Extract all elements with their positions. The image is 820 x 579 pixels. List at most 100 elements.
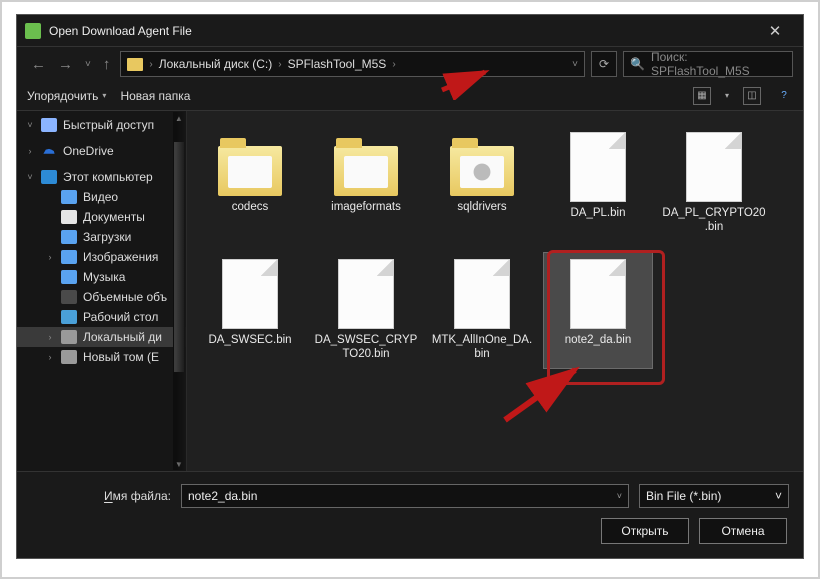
- tree-item[interactable]: Загрузки: [17, 227, 186, 247]
- sidebar-scrollbar[interactable]: ▲ ▼: [173, 112, 185, 470]
- refresh-button[interactable]: ⟳: [591, 51, 617, 77]
- scroll-down-icon[interactable]: ▼: [173, 458, 185, 470]
- tree-item-label: OneDrive: [63, 144, 114, 158]
- file-item-label: sqldrivers: [457, 200, 506, 214]
- file-item[interactable]: sqldrivers: [427, 125, 537, 242]
- filename-label: Имя файла:: [31, 489, 171, 503]
- file-item-label: DA_SWSEC_CRYPTO20.bin: [314, 333, 418, 362]
- tree-item[interactable]: Музыка: [17, 267, 186, 287]
- tree-item[interactable]: ›Новый том (E: [17, 347, 186, 367]
- folder-icon: [334, 146, 398, 196]
- tree-item[interactable]: › OneDrive: [17, 141, 186, 161]
- file-item[interactable]: DA_SWSEC.bin: [195, 252, 305, 369]
- breadcrumb[interactable]: › Локальный диск (C:) › SPFlashTool_M5S …: [120, 51, 585, 77]
- tree-item-icon: [61, 270, 77, 284]
- chevron-icon: ˅: [25, 120, 35, 130]
- organize-button[interactable]: Упорядочить▾: [27, 89, 106, 103]
- tree-item[interactable]: ›Изображения: [17, 247, 186, 267]
- file-item[interactable]: imageformats: [311, 125, 421, 242]
- breadcrumb-dropdown[interactable]: ˅: [572, 59, 578, 70]
- view-button[interactable]: ▦: [693, 87, 711, 105]
- tree-item[interactable]: ˅ Быстрый доступ: [17, 115, 186, 135]
- tree-item-icon: [41, 118, 57, 132]
- tree-item-icon: [41, 144, 57, 158]
- folder-icon: [450, 146, 514, 196]
- scroll-up-icon[interactable]: ▲: [173, 112, 185, 124]
- folder-icon: [127, 58, 143, 71]
- file-icon: [215, 259, 285, 329]
- breadcrumb-sep: ›: [149, 59, 152, 70]
- file-icon: [447, 259, 517, 329]
- chevron-down-icon: ▾: [102, 91, 106, 100]
- file-item[interactable]: note2_da.bin: [543, 252, 653, 369]
- file-pane[interactable]: codecs imageformats sqldrivers DA_PL.bin DA_…: [187, 111, 803, 471]
- tree-item-label: Объемные объ: [83, 290, 167, 304]
- file-item-label: DA_PL.bin: [571, 206, 626, 220]
- preview-pane-button[interactable]: ◫: [743, 87, 761, 105]
- file-item-label: codecs: [232, 200, 268, 214]
- file-icon: [563, 259, 633, 329]
- tree-item-label: Локальный ди: [83, 330, 162, 344]
- titlebar: Open Download Agent File ✕: [17, 15, 803, 47]
- search-icon: 🔍: [630, 57, 645, 71]
- tree-item-label: Загрузки: [83, 230, 131, 244]
- tree-item-label: Видео: [83, 190, 118, 204]
- close-button[interactable]: ✕: [755, 22, 795, 40]
- dialog-body: ˅ Быстрый доступ › OneDrive ˅Этот компьютер В…: [17, 111, 803, 471]
- chevron-icon: ›: [25, 146, 35, 156]
- window-title: Open Download Agent File: [49, 24, 755, 38]
- tree-item-label: Быстрый доступ: [63, 118, 154, 132]
- tree-item[interactable]: Документы: [17, 207, 186, 227]
- chevron-down-icon[interactable]: ˅: [775, 489, 782, 503]
- file-item[interactable]: DA_SWSEC_CRYPTO20.bin: [311, 252, 421, 369]
- search-input[interactable]: 🔍 Поиск: SPFlashTool_M5S: [623, 51, 793, 77]
- file-item-label: DA_SWSEC.bin: [208, 333, 291, 347]
- help-button[interactable]: ?: [775, 87, 793, 105]
- tree-item-icon: [61, 310, 77, 324]
- breadcrumb-sep: ›: [392, 59, 395, 70]
- scroll-thumb[interactable]: [174, 142, 184, 372]
- file-item-label: note2_da.bin: [565, 333, 632, 347]
- file-icon: [679, 132, 749, 202]
- tree-item-label: Музыка: [83, 270, 125, 284]
- file-item-label: MTK_AllInOne_DA.bin: [430, 333, 534, 362]
- file-item[interactable]: codecs: [195, 125, 305, 242]
- nav-up-button[interactable]: ↑: [99, 54, 115, 75]
- new-folder-button[interactable]: Новая папка: [120, 89, 190, 103]
- tree-item-label: Рабочий стол: [83, 310, 158, 324]
- nav-tree: ˅ Быстрый доступ › OneDrive ˅Этот компьютер В…: [17, 111, 187, 471]
- file-item-label: imageformats: [331, 200, 401, 214]
- nav-recent-button[interactable]: ˅: [81, 57, 95, 72]
- chevron-down-icon[interactable]: ▾: [725, 91, 729, 100]
- file-item[interactable]: DA_PL_CRYPTO20.bin: [659, 125, 769, 242]
- address-bar-row: ← → ˅ ↑ › Локальный диск (C:) › SPFlashT…: [17, 47, 803, 81]
- open-button[interactable]: Открыть: [601, 518, 689, 544]
- file-item-label: DA_PL_CRYPTO20.bin: [662, 206, 766, 235]
- tree-item-icon: [61, 250, 77, 264]
- breadcrumb-sep: ›: [278, 59, 281, 70]
- nav-back-button[interactable]: ←: [27, 54, 50, 75]
- folder-icon: [218, 146, 282, 196]
- tree-item-icon: [41, 170, 57, 184]
- tree-item[interactable]: Рабочий стол: [17, 307, 186, 327]
- breadcrumb-item[interactable]: SPFlashTool_M5S: [288, 57, 387, 71]
- tree-item-icon: [61, 190, 77, 204]
- tree-item-icon: [61, 230, 77, 244]
- tree-item[interactable]: ˅Этот компьютер: [17, 167, 186, 187]
- file-item[interactable]: DA_PL.bin: [543, 125, 653, 242]
- file-item[interactable]: MTK_AllInOne_DA.bin: [427, 252, 537, 369]
- breadcrumb-item[interactable]: Локальный диск (C:): [159, 57, 273, 71]
- cancel-button[interactable]: Отмена: [699, 518, 787, 544]
- file-type-filter[interactable]: Bin File (*.bin) ˅: [639, 484, 789, 508]
- tree-item[interactable]: ›Локальный ди: [17, 327, 186, 347]
- nav-forward-button[interactable]: →: [54, 54, 77, 75]
- tree-item-icon: [61, 290, 77, 304]
- tree-item[interactable]: Видео: [17, 187, 186, 207]
- tree-item-label: Документы: [83, 210, 145, 224]
- tree-item-icon: [61, 350, 77, 364]
- tree-item[interactable]: Объемные объ: [17, 287, 186, 307]
- chevron-down-icon[interactable]: ˅: [617, 491, 622, 501]
- tree-item-label: Изображения: [83, 250, 158, 264]
- filename-input[interactable]: note2_da.bin ˅: [181, 484, 629, 508]
- open-file-dialog: Open Download Agent File ✕ ← → ˅ ↑ › Лок…: [16, 14, 804, 559]
